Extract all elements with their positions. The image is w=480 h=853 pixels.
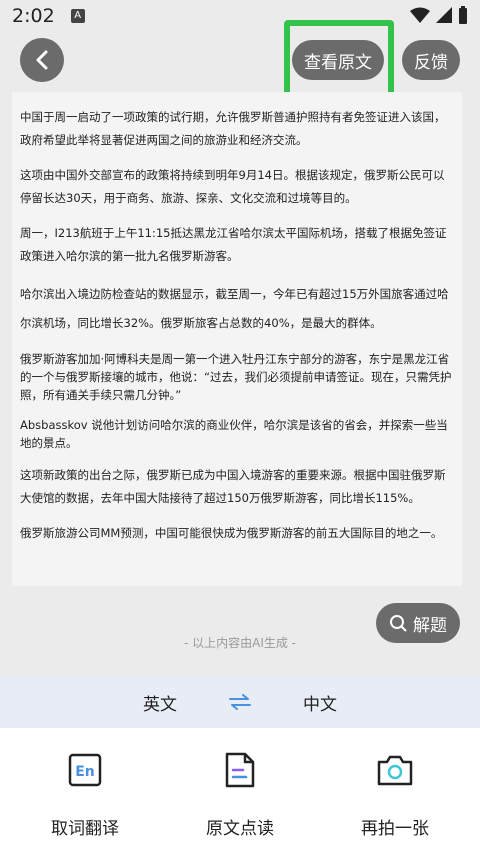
paragraph: 哈尔滨出入境边防检查站的数据显示，截至周一，今年已有超过15万外国旅客通过哈尔滨… [20, 287, 449, 330]
battery-icon [459, 6, 467, 24]
view-original-button[interactable]: 查看原文 [292, 40, 384, 80]
app-badge-icon: A [70, 9, 85, 23]
swap-arrows-icon [229, 694, 251, 710]
status-time: 2:02 [12, 5, 55, 27]
document-text: 中国于周一启动了一项政策的试行期，允许俄罗斯普通护照持有者免签证进入该国，政府希… [20, 106, 452, 557]
paragraph: 中国于周一启动了一项政策的试行期，允许俄罗斯普通护照持有者免签证进入该国，政府希… [20, 110, 446, 147]
status-bar: 2:02 A [0, 0, 480, 32]
search-icon [390, 615, 407, 632]
target-language[interactable]: 中文 [290, 690, 350, 715]
back-button[interactable] [20, 38, 64, 82]
svg-text:En: En [75, 764, 95, 780]
language-switch: 英文 中文 [0, 676, 480, 728]
signal-icon [436, 7, 452, 23]
tool-label: 原文点读 [206, 819, 274, 839]
paragraph: 俄罗斯旅游公司MM预测，中国可能很快成为俄罗斯游客的前五大国际目的地之一。 [20, 526, 443, 540]
feedback-button[interactable]: 反馈 [402, 40, 460, 80]
paragraph: 这项由中国外交部宣布的政策将持续到明年9月14日。根据该规定，俄罗斯公民可以停留… [20, 168, 445, 205]
document-image: 中国于周一启动了一项政策的试行期，允许俄罗斯普通护照持有者免签证进入该国，政府希… [12, 92, 462, 586]
paragraph: 俄罗斯游客加加·阿博科夫是周一第一个进入牡丹江东宁部分的游客，东宁是黑龙江省的一… [20, 352, 452, 402]
chevron-left-icon [36, 50, 48, 70]
retake-photo-button[interactable]: 再拍一张 [350, 728, 440, 853]
paragraph: Absbasskov 说他计划访问哈尔滨的商业伙伴，哈尔滨是该省的省会，并探索一… [20, 418, 448, 450]
paragraph: 周一，I213航班于上午11:15抵达黑龙江省哈尔滨太平国际机场，搭载了根据免签… [20, 226, 447, 263]
ai-generated-note: - 以上内容由AI生成 - [183, 636, 297, 650]
word-translate-button[interactable]: En 取词翻译 [40, 728, 130, 853]
read-aloud-button[interactable]: 原文点读 [195, 728, 285, 853]
tool-label: 取词翻译 [51, 819, 119, 839]
status-icons [410, 6, 468, 24]
document-icon [218, 748, 262, 792]
en-dictionary-icon: En [63, 748, 107, 792]
solve-label: 解题 [413, 615, 447, 636]
source-language[interactable]: 英文 [130, 690, 190, 715]
wifi-icon [410, 7, 430, 23]
tool-label: 再拍一张 [361, 819, 429, 839]
camera-icon [373, 748, 417, 792]
bottom-toolbar: En 取词翻译 原文点读 再拍一张 [0, 728, 480, 853]
screen: 2:02 A 查看原文 反馈 中国于周一启动了一项政策的试行期，允许俄罗斯普通护… [0, 0, 480, 853]
paragraph: 这项新政策的出台之际，俄罗斯已成为中国入境游客的重要来源。根据中国驻俄罗斯大使馆… [20, 468, 446, 505]
swap-language-button[interactable] [190, 694, 290, 710]
